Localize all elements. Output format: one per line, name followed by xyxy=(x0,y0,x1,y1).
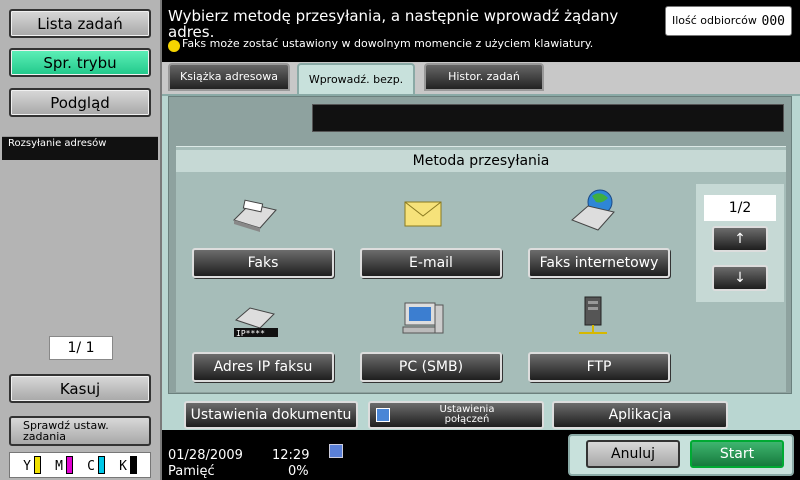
broadcast-tab[interactable]: Rozsyłanie adresów xyxy=(2,136,158,160)
note-text: Faks może zostać ustawiony w dowolnym mo… xyxy=(182,37,594,50)
arrow-down-icon: ↓ xyxy=(734,270,746,286)
toner-c-label: C xyxy=(87,459,95,474)
status-date: 01/28/2009 xyxy=(168,448,243,463)
network-icon xyxy=(329,444,343,458)
page-down-button[interactable]: ↓ xyxy=(712,265,768,291)
sidebar-page-indicator: 1/ 1 xyxy=(49,336,113,360)
toner-m-bar xyxy=(65,456,73,474)
address-display-field xyxy=(312,104,784,132)
toner-c: C xyxy=(87,456,105,474)
fax-button[interactable]: Faks xyxy=(192,248,334,278)
ip-fax-icon: IP**** xyxy=(230,298,280,338)
toner-m-label: M xyxy=(55,459,63,474)
toner-y: Y xyxy=(23,456,41,474)
internet-fax-icon xyxy=(568,189,618,231)
tab-address-book[interactable]: Książka adresowa xyxy=(168,63,290,91)
toner-k-bar xyxy=(129,456,137,474)
lightbulb-icon xyxy=(168,40,180,52)
envelope-icon xyxy=(398,194,448,234)
ip-fax-button[interactable]: Adres IP faksu xyxy=(192,352,334,382)
delete-button[interactable]: Kasuj xyxy=(9,374,151,403)
recipient-count: 000 xyxy=(761,13,785,29)
check-job-settings-button[interactable]: Sprawdź ustaw. zadania xyxy=(9,416,151,446)
toner-y-bar xyxy=(33,456,41,474)
method-title: Metoda przesyłania xyxy=(176,150,786,172)
fax-icon xyxy=(230,192,280,232)
toner-k: K xyxy=(119,456,137,474)
page-number: 1/2 xyxy=(704,195,776,221)
instruction-text: Wybierz metodę przesyłania, a następnie … xyxy=(168,7,619,41)
svg-text:IP****: IP**** xyxy=(236,329,265,338)
arrow-up-icon: ↑ xyxy=(734,231,746,247)
internet-fax-button[interactable]: Faks internetowy xyxy=(528,248,670,278)
connection-icon xyxy=(376,408,390,422)
status-time: 12:29 xyxy=(272,448,310,463)
job-list-button[interactable]: Lista zadań xyxy=(9,9,151,38)
toner-m: M xyxy=(55,456,73,474)
connection-settings-label: Ustawienia połączeń xyxy=(439,404,495,425)
pc-icon xyxy=(398,298,448,338)
start-button[interactable]: Start xyxy=(690,440,784,468)
email-button[interactable]: E-mail xyxy=(360,248,502,278)
tab-job-history[interactable]: Histor. zadań xyxy=(424,63,544,91)
ftp-button[interactable]: FTP xyxy=(528,352,670,382)
page-up-button[interactable]: ↑ xyxy=(712,226,768,252)
check-mode-button[interactable]: Spr. trybu xyxy=(9,48,151,77)
toner-y-label: Y xyxy=(23,459,31,474)
cancel-button[interactable]: Anuluj xyxy=(586,440,680,468)
application-button[interactable]: Aplikacja xyxy=(552,401,728,429)
preview-button[interactable]: Podgląd xyxy=(9,88,151,117)
document-settings-button[interactable]: Ustawienia dokumentu xyxy=(184,401,358,429)
tab-direct-input[interactable]: Wprowadź. bezp. xyxy=(297,63,415,96)
connection-settings-button[interactable]: Ustawienia połączeń xyxy=(368,401,544,429)
ftp-server-icon xyxy=(568,296,618,336)
toner-levels: Y M C K xyxy=(9,452,151,478)
pc-smb-button[interactable]: PC (SMB) xyxy=(360,352,502,382)
toner-c-bar xyxy=(97,456,105,474)
recipient-label: Ilość odbiorców xyxy=(672,14,757,27)
memory-value: 0% xyxy=(288,464,309,479)
recipient-counter: Ilość odbiorców 000 xyxy=(665,6,792,36)
memory-label: Pamięć xyxy=(168,464,215,479)
toner-k-label: K xyxy=(119,459,127,474)
